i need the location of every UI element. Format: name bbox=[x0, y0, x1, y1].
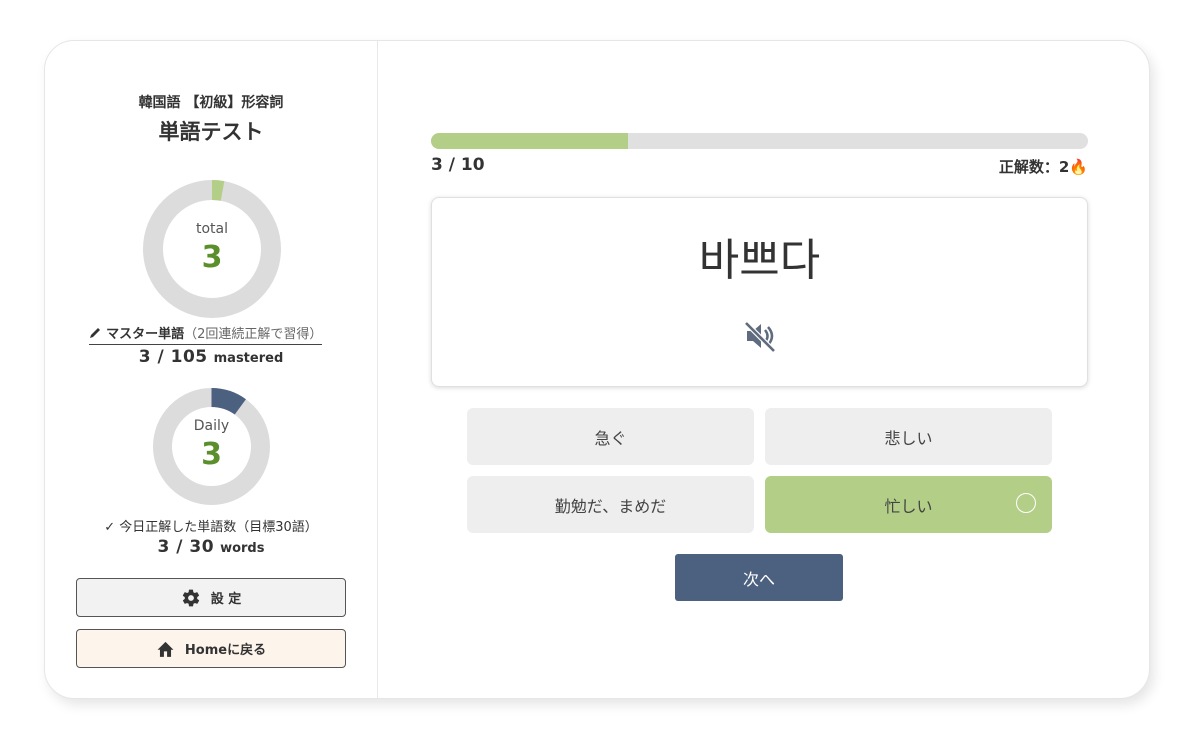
answer-option-label: 急ぐ bbox=[594, 428, 627, 448]
question-counter: 3 / 10 bbox=[431, 155, 485, 175]
daily-count-unit: words bbox=[220, 541, 265, 556]
pencil-icon bbox=[89, 327, 102, 344]
mastery-info-link[interactable]: マスター単語（2回連続正解で習得） bbox=[89, 326, 323, 345]
gear-icon bbox=[182, 589, 199, 606]
answer-option-2[interactable]: 悲しい bbox=[765, 408, 1052, 465]
correct-circle-icon bbox=[1016, 493, 1036, 513]
mastered-count: 3 / 105 mastered bbox=[45, 347, 377, 367]
correct-count: 正解数：2🔥 bbox=[998, 158, 1088, 176]
progress-bar-fill bbox=[431, 133, 629, 149]
total-donut-chart: total 3 bbox=[143, 180, 281, 318]
word-card: 바쁘다 bbox=[431, 197, 1088, 387]
quiz-panel: 3 / 10 正解数：2🔥 바쁘다 急ぐ 悲しい 勤勉だ、まめだ 忙しい 次へ bbox=[378, 41, 1149, 698]
daily-donut-chart: Daily 3 bbox=[153, 388, 270, 505]
question-word: 바쁘다 bbox=[698, 235, 821, 286]
course-title: 韓国語 【初級】形容詞 bbox=[138, 95, 284, 111]
answer-option-label: 勤勉だ、まめだ bbox=[554, 496, 667, 516]
mastered-count-value: 3 / 105 bbox=[138, 347, 208, 367]
daily-count: 3 / 30 words bbox=[45, 537, 377, 557]
answer-option-label: 悲しい bbox=[884, 428, 933, 448]
next-button[interactable]: 次へ bbox=[675, 554, 843, 601]
settings-button-label: 設 定 bbox=[210, 592, 242, 607]
home-icon bbox=[157, 641, 174, 657]
answer-option-1[interactable]: 急ぐ bbox=[467, 408, 754, 465]
total-donut-label: total bbox=[195, 221, 228, 237]
mastery-link-label: マスター単語 bbox=[106, 327, 185, 342]
sidebar: 韓国語 【初級】形容詞 単語テスト total 3 マスター単語（2回連続正解で… bbox=[45, 41, 378, 698]
speaker-muted-icon[interactable] bbox=[742, 318, 778, 354]
daily-count-value: 3 / 30 bbox=[157, 537, 215, 557]
daily-donut-value: 3 bbox=[201, 437, 222, 472]
home-button-label: Homeに戻る bbox=[184, 643, 267, 658]
answer-option-3[interactable]: 勤勉だ、まめだ bbox=[467, 476, 754, 533]
total-donut-value: 3 bbox=[201, 240, 223, 275]
page-title: 単語テスト bbox=[158, 120, 264, 144]
progress-bar bbox=[431, 133, 1088, 149]
daily-goal-caption: ✓ 今日正解した単語数（目標30語） bbox=[104, 520, 318, 535]
daily-donut-label: Daily bbox=[193, 418, 230, 434]
home-button[interactable]: Homeに戻る bbox=[76, 629, 346, 668]
mastered-count-unit: mastered bbox=[213, 351, 284, 366]
answer-option-4-correct[interactable]: 忙しい bbox=[765, 476, 1052, 533]
settings-button[interactable]: 設 定 bbox=[76, 578, 346, 617]
answer-option-label: 忙しい bbox=[884, 496, 933, 516]
mastery-link-note: （2回連続正解で習得） bbox=[184, 327, 323, 342]
app-card: 韓国語 【初級】形容詞 単語テスト total 3 マスター単語（2回連続正解で… bbox=[44, 40, 1150, 699]
